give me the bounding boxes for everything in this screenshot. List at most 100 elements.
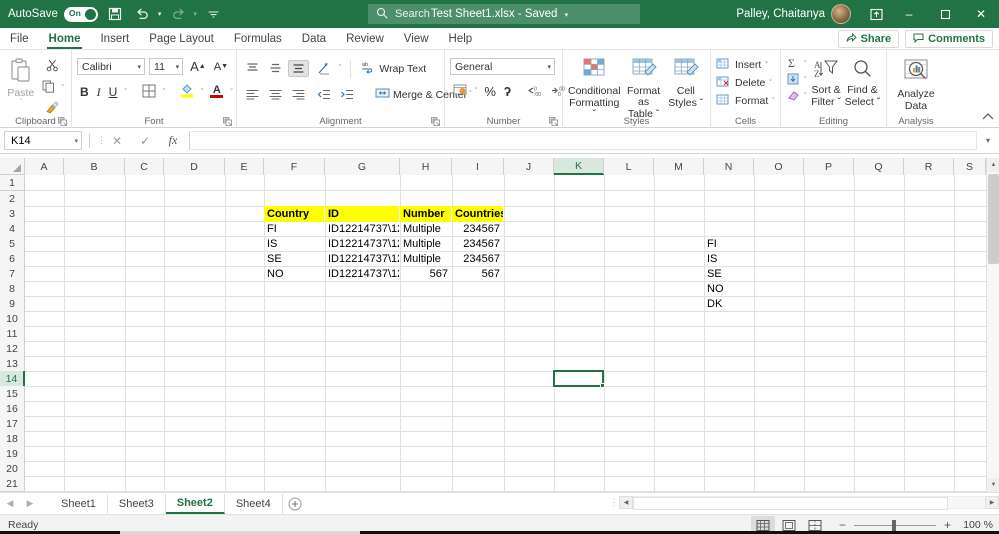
zoom-out-button[interactable]: −	[837, 518, 848, 532]
column-header-D[interactable]: D	[164, 158, 225, 175]
cell-G4[interactable]: ID12214737\12	[325, 221, 399, 237]
scroll-right-arrow[interactable]: ▶	[985, 495, 999, 509]
column-header-N[interactable]: N	[704, 158, 754, 175]
row-header-3[interactable]: 3	[0, 206, 25, 222]
column-header-M[interactable]: M	[654, 158, 704, 175]
avatar[interactable]	[831, 4, 851, 24]
column-header-I[interactable]: I	[452, 158, 504, 175]
customize-quick-access-icon[interactable]	[203, 4, 225, 24]
tab-data[interactable]: Data	[292, 30, 336, 49]
cancel-icon[interactable]: ✕	[105, 131, 129, 151]
scroll-left-arrow[interactable]: ◀	[619, 495, 633, 509]
delete-dropdown-caret[interactable]: ˇ	[767, 80, 773, 87]
name-box[interactable]: K14 ▾	[4, 131, 82, 150]
save-icon[interactable]	[104, 4, 126, 24]
row-header-10[interactable]: 10	[0, 311, 25, 327]
cell-I3[interactable]: Countries	[452, 206, 503, 222]
sort-filter-button[interactable]: AZ Sort & Filter ˇ	[808, 57, 843, 108]
underline-dropdown-caret[interactable]: ˇ	[122, 89, 128, 96]
ribbon-display-options-icon[interactable]	[861, 0, 891, 28]
redo-dropdown-caret[interactable]: ▾	[193, 10, 197, 18]
insert-cells-button[interactable]: Insert ˇ	[716, 57, 775, 73]
decrease-font-size-icon[interactable]: A ▼	[211, 59, 231, 75]
insert-function-fx-icon[interactable]: fx	[161, 131, 185, 151]
tab-home[interactable]: Home	[39, 30, 91, 49]
column-header-K[interactable]: K	[554, 158, 604, 175]
row-header-5[interactable]: 5	[0, 236, 25, 252]
font-color-button[interactable]: A	[207, 84, 226, 100]
clipboard-dialog-launcher[interactable]	[58, 117, 67, 126]
zoom-in-button[interactable]: +	[942, 518, 953, 532]
scroll-up-arrow[interactable]: ▲	[987, 158, 999, 172]
copy-dropdown-caret[interactable]: ˇ	[60, 85, 66, 92]
cell-F3[interactable]: Country	[264, 206, 324, 222]
row-header-20[interactable]: 20	[0, 461, 25, 477]
cell-H4[interactable]: Multiple	[400, 221, 451, 237]
row-header-1[interactable]: 1	[0, 175, 25, 191]
italic-button[interactable]: I	[94, 83, 104, 102]
cell-F6[interactable]: SE	[264, 251, 324, 267]
row-header-8[interactable]: 8	[0, 281, 25, 297]
insert-dropdown-caret[interactable]: ˇ	[763, 62, 769, 69]
zoom-level-label[interactable]: 100 %	[959, 519, 993, 531]
row-header-13[interactable]: 13	[0, 356, 25, 372]
column-header-O[interactable]: O	[754, 158, 804, 175]
clear-button[interactable]: ˇ	[786, 89, 808, 104]
zoom-slider-thumb[interactable]	[892, 519, 896, 531]
cell-H3[interactable]: Number	[400, 206, 451, 222]
fill-button[interactable]: ˇ	[786, 73, 808, 88]
maximize-restore-button[interactable]	[927, 0, 963, 28]
select-all-corner[interactable]	[0, 158, 25, 175]
cell-H7[interactable]: 567	[400, 266, 451, 282]
row-header-11[interactable]: 11	[0, 326, 25, 342]
tab-insert[interactable]: Insert	[90, 30, 139, 49]
orientation-icon[interactable]	[314, 60, 335, 78]
accounting-dropdown-caret[interactable]: ˇ	[473, 88, 479, 95]
font-dialog-launcher[interactable]	[223, 117, 232, 126]
sheet-tab-sheet4[interactable]: Sheet4	[225, 493, 283, 514]
wrap-text-button[interactable]: ab Wrap Text	[358, 58, 429, 79]
paste-caret[interactable]: ˇ	[20, 99, 22, 106]
percent-style-button[interactable]: %	[481, 82, 499, 101]
tab-page-layout[interactable]: Page Layout	[139, 30, 224, 49]
column-header-F[interactable]: F	[264, 158, 325, 175]
share-button[interactable]: Share	[837, 30, 900, 48]
split-grip-icon[interactable]: ⋮	[609, 497, 619, 508]
tab-formulas[interactable]: Formulas	[224, 30, 292, 49]
font-name-combo[interactable]: Calibri ▾	[77, 58, 146, 75]
cell-F4[interactable]: FI	[264, 221, 324, 237]
analyze-data-button[interactable]: Analyze Data	[892, 57, 940, 112]
cell-F7[interactable]: NO	[264, 266, 324, 282]
alignment-dialog-launcher[interactable]	[431, 117, 440, 126]
font-size-combo[interactable]: 11 ▾	[149, 58, 184, 75]
bold-button[interactable]: B	[77, 83, 92, 101]
row-header-4[interactable]: 4	[0, 221, 25, 237]
decrease-indent-icon[interactable]	[314, 86, 335, 103]
comments-button[interactable]: Comments	[905, 30, 993, 48]
row-header-9[interactable]: 9	[0, 296, 25, 312]
cell-N5[interactable]: FI	[704, 236, 753, 252]
row-header-15[interactable]: 15	[0, 386, 25, 402]
column-header-A[interactable]: A	[25, 158, 64, 175]
cell-G5[interactable]: ID12214737\12	[325, 236, 399, 252]
fill-color-dropdown-caret[interactable]: ˇ	[199, 89, 205, 96]
row-header-7[interactable]: 7	[0, 266, 25, 282]
cell-G3[interactable]: ID	[325, 206, 399, 222]
add-sheet-plus-icon[interactable]	[283, 494, 307, 514]
column-header-B[interactable]: B	[64, 158, 125, 175]
scroll-down-arrow[interactable]: ▼	[987, 478, 999, 492]
align-top-icon[interactable]	[242, 60, 263, 77]
horizontal-scrollbar[interactable]: ⋮ ◀ ▶	[609, 494, 999, 510]
underline-button[interactable]: U	[106, 83, 121, 101]
copy-button[interactable]	[39, 78, 58, 98]
find-select-button[interactable]: Find & Select ˇ	[844, 57, 881, 108]
horizontal-scroll-track[interactable]	[633, 495, 985, 510]
column-header-P[interactable]: P	[804, 158, 854, 175]
cell-G6[interactable]: ID12214737\12	[325, 251, 399, 267]
delete-cells-button[interactable]: Delete ˇ	[716, 75, 775, 91]
increase-font-size-icon[interactable]: A ▲	[187, 57, 209, 76]
accounting-format-button[interactable]	[450, 81, 471, 101]
comma-style-button[interactable]: ʔ	[501, 82, 514, 101]
borders-dropdown-caret[interactable]: ˇ	[161, 89, 167, 96]
row-header-17[interactable]: 17	[0, 416, 25, 432]
